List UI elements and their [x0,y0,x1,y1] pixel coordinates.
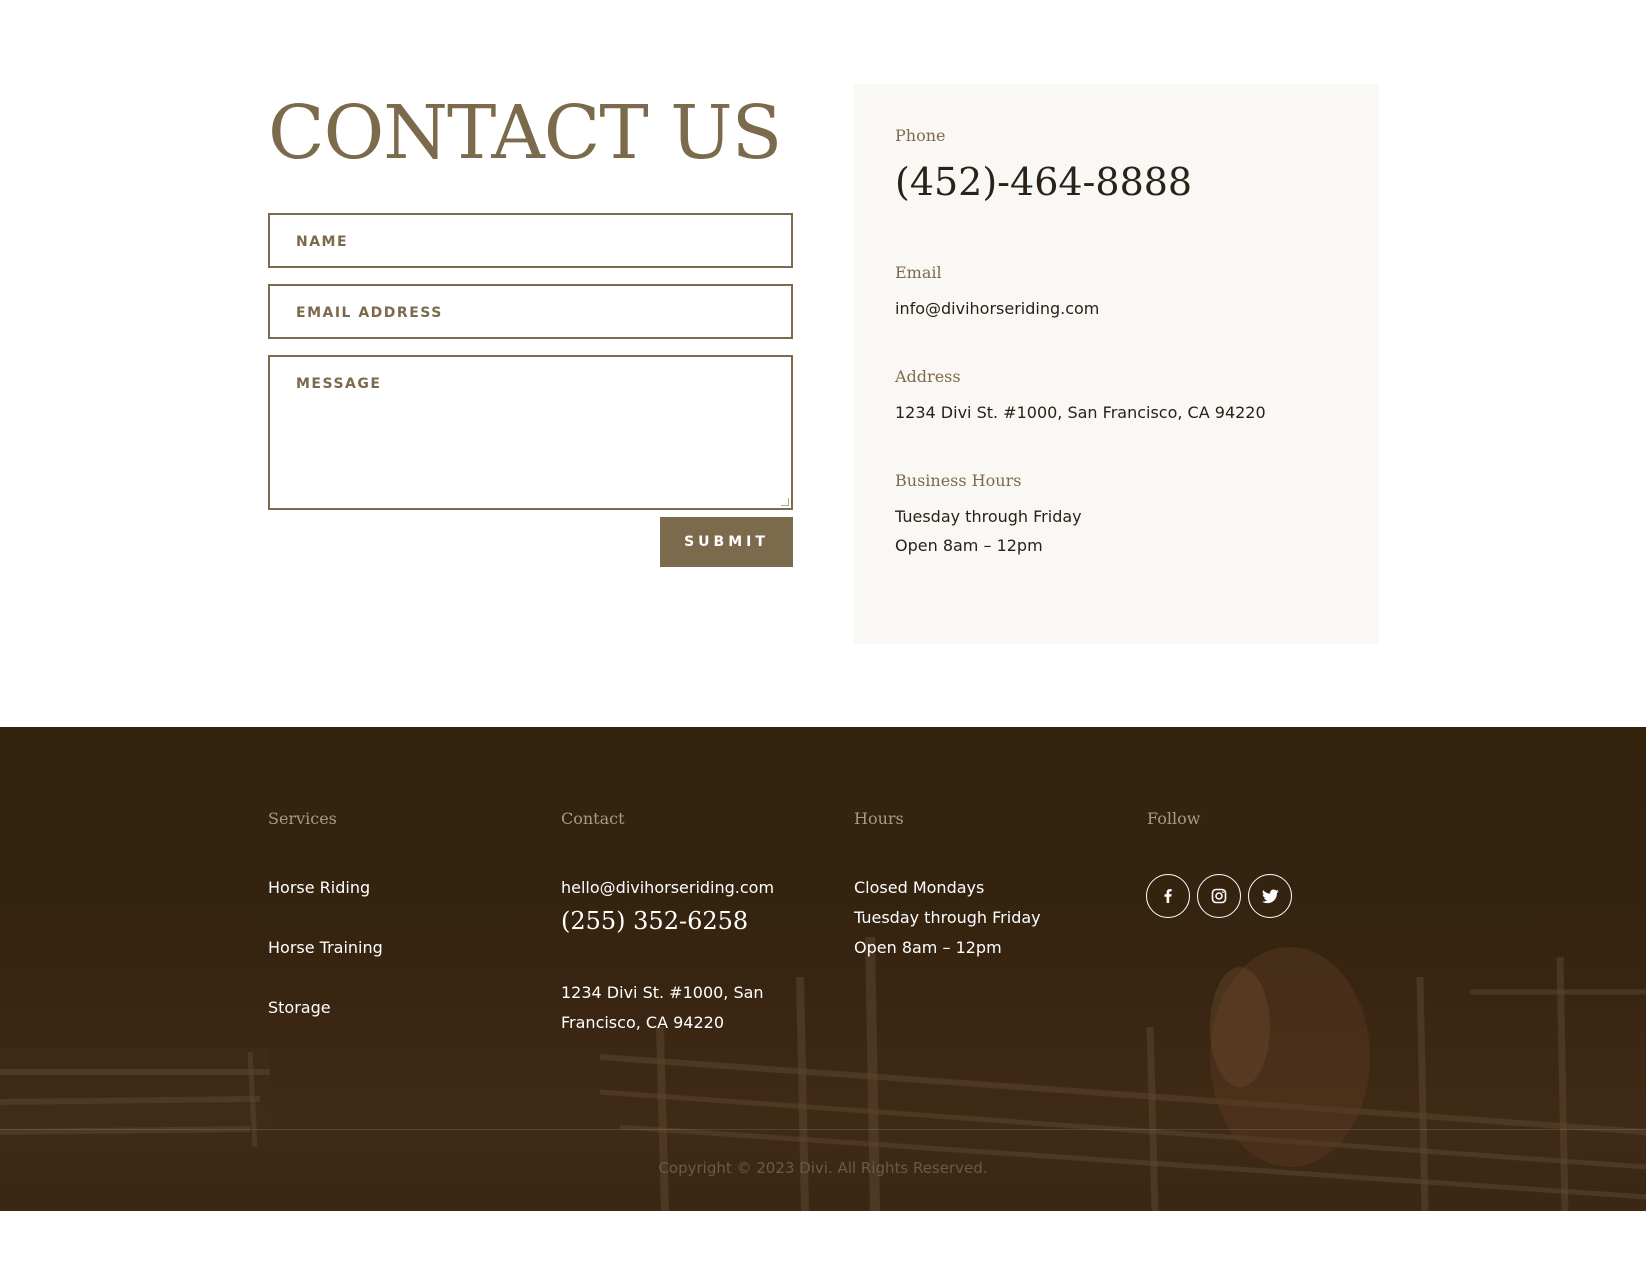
copyright-text: Copyright © 2023 Divi. All Rights Reserv… [658,1159,988,1177]
email-label: Email [895,263,942,282]
message-placeholder: MESSAGE [296,376,382,392]
footer-email-link[interactable]: hello@divihorseriding.com [561,873,774,903]
name-field[interactable]: NAME [268,213,793,268]
business-hours-line2: Open 8am – 12pm [895,536,1043,555]
contact-section: CONTACT US NAME EMAIL ADDRESS MESSAGE SU… [0,0,1646,727]
twitter-icon [1261,888,1279,903]
footer-link-horse-training[interactable]: Horse Training [268,933,383,963]
footer-link-horse-riding[interactable]: Horse Riding [268,873,370,903]
footer-address-line2: Francisco, CA 94220 [561,1013,724,1032]
footer-background-image [0,936,1646,1211]
message-field[interactable]: MESSAGE [268,355,793,510]
email-placeholder: EMAIL ADDRESS [296,305,443,321]
twitter-button[interactable] [1248,874,1292,918]
phone-number: (452)-464-8888 [895,160,1193,204]
footer-services-heading: Services [268,809,337,828]
address-label: Address [895,367,961,386]
contact-info-card: Phone (452)-464-8888 Email info@divihors… [854,84,1379,644]
business-hours-line1: Tuesday through Friday [895,507,1082,526]
resize-handle[interactable] [781,498,789,506]
phone-label: Phone [895,126,946,145]
name-placeholder: NAME [296,234,349,250]
site-footer: Services Horse Riding Horse Training Sto… [0,727,1646,1211]
email-address: info@divihorseriding.com [895,299,1100,318]
footer-link-storage[interactable]: Storage [268,993,331,1023]
instagram-icon [1211,888,1227,904]
footer-hours-line2: Tuesday through Friday [854,908,1041,927]
email-field[interactable]: EMAIL ADDRESS [268,284,793,339]
footer-divider [0,1129,1646,1130]
facebook-icon [1164,889,1172,903]
footer-follow-heading: Follow [1147,809,1201,828]
instagram-button[interactable] [1197,874,1241,918]
footer-address-line1: 1234 Divi St. #1000, San [561,983,764,1002]
footer-hours-heading: Hours [854,809,904,828]
facebook-button[interactable] [1146,874,1190,918]
business-hours-label: Business Hours [895,471,1022,490]
address-text: 1234 Divi St. #1000, San Francisco, CA 9… [895,403,1266,422]
page-title: CONTACT US [268,90,782,176]
footer-contact-heading: Contact [561,809,625,828]
footer-hours-line3: Open 8am – 12pm [854,938,1002,957]
submit-button[interactable]: SUBMIT [660,517,793,567]
footer-hours-line1: Closed Mondays [854,878,985,897]
footer-phone: (255) 352-6258 [561,907,749,935]
